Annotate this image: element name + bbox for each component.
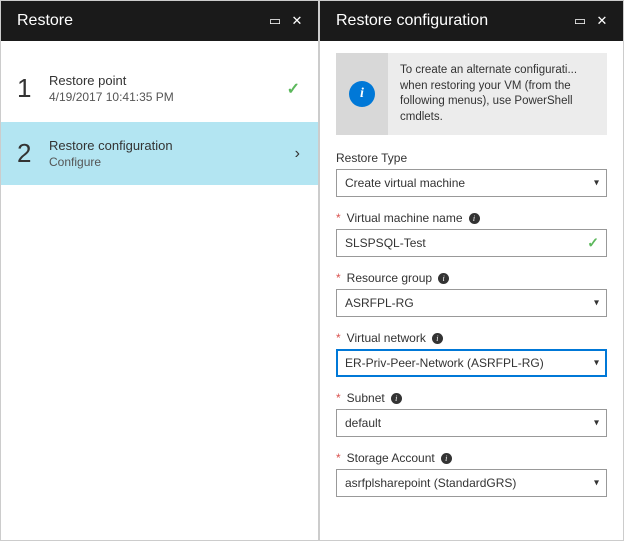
info-icon[interactable]: i: [432, 333, 443, 344]
vnet-label: * Virtual network i: [336, 331, 607, 345]
config-body: i To create an alternate configurati... …: [320, 41, 623, 540]
check-icon: ✓: [282, 79, 300, 99]
restore-type-select[interactable]: Create virtual machine: [336, 169, 607, 197]
info-icon[interactable]: i: [391, 393, 402, 404]
info-icon[interactable]: i: [438, 273, 449, 284]
check-icon: ✓: [587, 235, 599, 252]
vnet-select[interactable]: ER-Priv-Peer-Network (ASRFPL-RG): [336, 349, 607, 377]
config-title: Restore configuration: [336, 12, 569, 30]
resource-group-label: * Resource group i: [336, 271, 607, 285]
storage-label: * Storage Account i: [336, 451, 607, 465]
vm-name-field[interactable]: ✓: [336, 229, 607, 257]
step-subtitle: Configure: [49, 155, 282, 169]
storage-select[interactable]: asrfplsharepoint (StandardGRS): [336, 469, 607, 497]
config-header: Restore configuration ▭ ✕: [320, 1, 623, 41]
restore-title: Restore: [17, 12, 264, 30]
info-icon[interactable]: i: [469, 213, 480, 224]
restore-type-field[interactable]: Create virtual machine ▾: [336, 169, 607, 197]
storage-field[interactable]: asrfplsharepoint (StandardGRS) ▾: [336, 469, 607, 497]
subnet-field[interactable]: default ▾: [336, 409, 607, 437]
close-icon[interactable]: ✕: [286, 13, 308, 29]
resource-group-field[interactable]: ASRFPL-RG ▾: [336, 289, 607, 317]
close-icon[interactable]: ✕: [591, 13, 613, 29]
restore-header: Restore ▭ ✕: [1, 1, 318, 41]
info-banner: i To create an alternate configurati... …: [336, 53, 607, 135]
step-number: 1: [17, 73, 49, 104]
vnet-field[interactable]: ER-Priv-Peer-Network (ASRFPL-RG) ▾: [336, 349, 607, 377]
info-text: To create an alternate configurati... wh…: [388, 53, 607, 135]
info-icon: i: [349, 81, 375, 107]
restore-config-blade: Restore configuration ▭ ✕ i To create an…: [319, 0, 624, 541]
chevron-right-icon: ›: [282, 145, 300, 163]
subnet-select[interactable]: default: [336, 409, 607, 437]
restore-body: 1 Restore point 4/19/2017 10:41:35 PM ✓ …: [1, 41, 318, 540]
step-subtitle: 4/19/2017 10:41:35 PM: [49, 90, 282, 104]
step-number: 2: [17, 138, 49, 169]
resource-group-select[interactable]: ASRFPL-RG: [336, 289, 607, 317]
step-title: Restore configuration: [49, 138, 282, 153]
info-icon[interactable]: i: [441, 453, 452, 464]
subnet-label: * Subnet i: [336, 391, 607, 405]
step-restore-point[interactable]: 1 Restore point 4/19/2017 10:41:35 PM ✓: [1, 55, 318, 120]
restore-blade: Restore ▭ ✕ 1 Restore point 4/19/2017 10…: [0, 0, 319, 541]
maximize-icon[interactable]: ▭: [264, 13, 286, 29]
maximize-icon[interactable]: ▭: [569, 13, 591, 29]
vm-name-input[interactable]: [336, 229, 607, 257]
vm-name-label: * Virtual machine name i: [336, 211, 607, 225]
step-title: Restore point: [49, 73, 282, 88]
restore-type-label: Restore Type: [336, 151, 607, 165]
step-restore-config[interactable]: 2 Restore configuration Configure ›: [1, 120, 318, 185]
